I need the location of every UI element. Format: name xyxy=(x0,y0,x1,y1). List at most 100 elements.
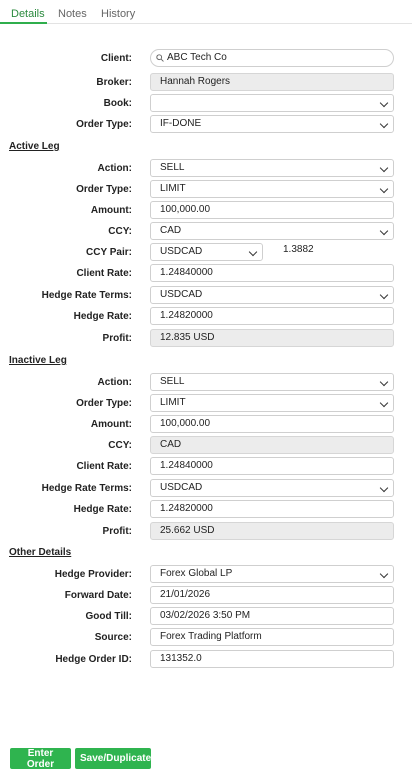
inactive-client-rate-input[interactable]: 1.24840000 xyxy=(150,457,394,475)
broker-label: Broker: xyxy=(96,77,132,88)
inactive-profit-row: Profit: 25.662 USD xyxy=(0,522,412,540)
active-order-type-row: Order Type: LIMIT xyxy=(0,180,412,198)
inactive-hedge-rate-input[interactable]: 1.24820000 xyxy=(150,500,394,518)
ccy-pair-select[interactable]: USDCAD xyxy=(150,243,263,261)
order-type-value: IF-DONE xyxy=(160,118,202,129)
save-duplicate-button[interactable]: Save/Duplicate xyxy=(75,748,151,769)
ccy-pair-label: CCY Pair: xyxy=(86,247,132,258)
active-amount-input[interactable]: 100,000.00 xyxy=(150,201,394,219)
tab-notes[interactable]: Notes xyxy=(58,8,87,20)
client-row: Client: ABC Tech Co xyxy=(0,49,412,67)
hedge-provider-label: Hedge Provider: xyxy=(54,569,132,580)
chevron-down-icon xyxy=(379,98,389,108)
order-type-row: Order Type: IF-DONE xyxy=(0,115,412,133)
active-order-type-select[interactable]: LIMIT xyxy=(150,180,394,198)
inactive-hedge-terms-row: Hedge Rate Terms: USDCAD xyxy=(0,479,412,497)
active-tab-indicator xyxy=(0,22,47,24)
inactive-order-type-label: Order Type: xyxy=(76,398,132,409)
book-select[interactable] xyxy=(150,94,394,112)
hedge-order-id-input[interactable]: 131352.0 xyxy=(150,650,394,668)
inactive-action-label: Action: xyxy=(97,377,132,388)
tab-details[interactable]: Details xyxy=(11,8,45,20)
active-action-label: Action: xyxy=(97,163,132,174)
client-label: Client: xyxy=(100,53,132,64)
active-ccy-value: CAD xyxy=(160,225,182,236)
inactive-leg-title: Inactive Leg xyxy=(9,355,67,366)
active-hedge-terms-select[interactable]: USDCAD xyxy=(150,286,394,304)
ccy-pair-rate: 1.3882 xyxy=(283,244,314,255)
hedge-provider-value: Forex Global LP xyxy=(160,568,233,579)
inactive-client-rate-label: Client Rate: xyxy=(76,461,132,472)
active-order-type-value: LIMIT xyxy=(160,183,186,194)
chevron-down-icon xyxy=(248,247,258,257)
active-leg-title: Active Leg xyxy=(9,141,60,152)
active-client-rate-input[interactable]: 1.24840000 xyxy=(150,264,394,282)
search-icon xyxy=(156,54,164,62)
inactive-client-rate-row: Client Rate: 1.24840000 xyxy=(0,457,412,475)
forward-date-label: Forward Date: xyxy=(64,590,132,601)
active-action-row: Action: SELL xyxy=(0,159,412,177)
inactive-action-value: SELL xyxy=(160,376,185,387)
chevron-down-icon xyxy=(379,184,389,194)
chevron-down-icon xyxy=(379,163,389,173)
good-till-row: Good Till: 03/02/2026 3:50 PM xyxy=(0,607,412,625)
hedge-order-id-label: Hedge Order ID: xyxy=(55,654,132,665)
active-profit-label: Profit: xyxy=(102,333,132,344)
ccy-pair-row: CCY Pair: USDCAD 1.3882 xyxy=(0,243,412,261)
inactive-profit-field: 25.662 USD xyxy=(150,522,394,540)
active-order-type-label: Order Type: xyxy=(76,184,132,195)
inactive-hedge-terms-select[interactable]: USDCAD xyxy=(150,479,394,497)
source-row: Source: Forex Trading Platform xyxy=(0,628,412,646)
chevron-down-icon xyxy=(379,483,389,493)
inactive-hedge-rate-label: Hedge Rate: xyxy=(73,504,132,515)
active-action-value: SELL xyxy=(160,162,185,173)
hedge-provider-row: Hedge Provider: Forex Global LP xyxy=(0,565,412,583)
active-hedge-rate-input[interactable]: 1.24820000 xyxy=(150,307,394,325)
inactive-ccy-row: CCY: CAD xyxy=(0,436,412,454)
good-till-label: Good Till: xyxy=(85,611,132,622)
active-hedge-terms-label: Hedge Rate Terms: xyxy=(41,290,132,301)
active-profit-row: Profit: 12.835 USD xyxy=(0,329,412,347)
active-action-select[interactable]: SELL xyxy=(150,159,394,177)
chevron-down-icon xyxy=(379,377,389,387)
active-profit-field: 12.835 USD xyxy=(150,329,394,347)
enter-order-button[interactable]: Enter Order xyxy=(10,748,71,770)
inactive-ccy-field: CAD xyxy=(150,436,394,454)
client-value: ABC Tech Co xyxy=(167,52,227,63)
inactive-hedge-rate-row: Hedge Rate: 1.24820000 xyxy=(0,500,412,518)
inactive-profit-label: Profit: xyxy=(102,526,132,537)
ccy-pair-value: USDCAD xyxy=(160,246,203,257)
book-row: Book: xyxy=(0,94,412,112)
broker-row: Broker: Hannah Rogers xyxy=(0,73,412,91)
inactive-amount-row: Amount: 100,000.00 xyxy=(0,415,412,433)
active-amount-row: Amount: 100,000.00 xyxy=(0,201,412,219)
inactive-order-type-select[interactable]: LIMIT xyxy=(150,394,394,412)
forward-date-input[interactable]: 21/01/2026 xyxy=(150,586,394,604)
hedge-order-id-row: Hedge Order ID: 131352.0 xyxy=(0,650,412,668)
tab-bar: Details Notes History xyxy=(0,0,412,24)
inactive-order-type-value: LIMIT xyxy=(160,397,186,408)
inactive-ccy-label: CCY: xyxy=(108,440,132,451)
order-type-select[interactable]: IF-DONE xyxy=(150,115,394,133)
chevron-down-icon xyxy=(379,569,389,579)
broker-field: Hannah Rogers xyxy=(150,73,394,91)
tab-history[interactable]: History xyxy=(101,8,135,20)
inactive-action-select[interactable]: SELL xyxy=(150,373,394,391)
chevron-down-icon xyxy=(379,119,389,129)
book-label: Book: xyxy=(103,98,132,109)
active-ccy-row: CCY: CAD xyxy=(0,222,412,240)
source-label: Source: xyxy=(94,632,132,643)
hedge-provider-select[interactable]: Forex Global LP xyxy=(150,565,394,583)
inactive-order-type-row: Order Type: LIMIT xyxy=(0,394,412,412)
good-till-input[interactable]: 03/02/2026 3:50 PM xyxy=(150,607,394,625)
active-ccy-select[interactable]: CAD xyxy=(150,222,394,240)
client-search-input[interactable]: ABC Tech Co xyxy=(150,49,394,67)
inactive-hedge-terms-label: Hedge Rate Terms: xyxy=(41,483,132,494)
active-client-rate-label: Client Rate: xyxy=(76,268,132,279)
forward-date-row: Forward Date: 21/01/2026 xyxy=(0,586,412,604)
inactive-amount-input[interactable]: 100,000.00 xyxy=(150,415,394,433)
chevron-down-icon xyxy=(379,398,389,408)
inactive-amount-label: Amount: xyxy=(90,419,132,430)
active-hedge-rate-label: Hedge Rate: xyxy=(73,311,132,322)
source-input[interactable]: Forex Trading Platform xyxy=(150,628,394,646)
